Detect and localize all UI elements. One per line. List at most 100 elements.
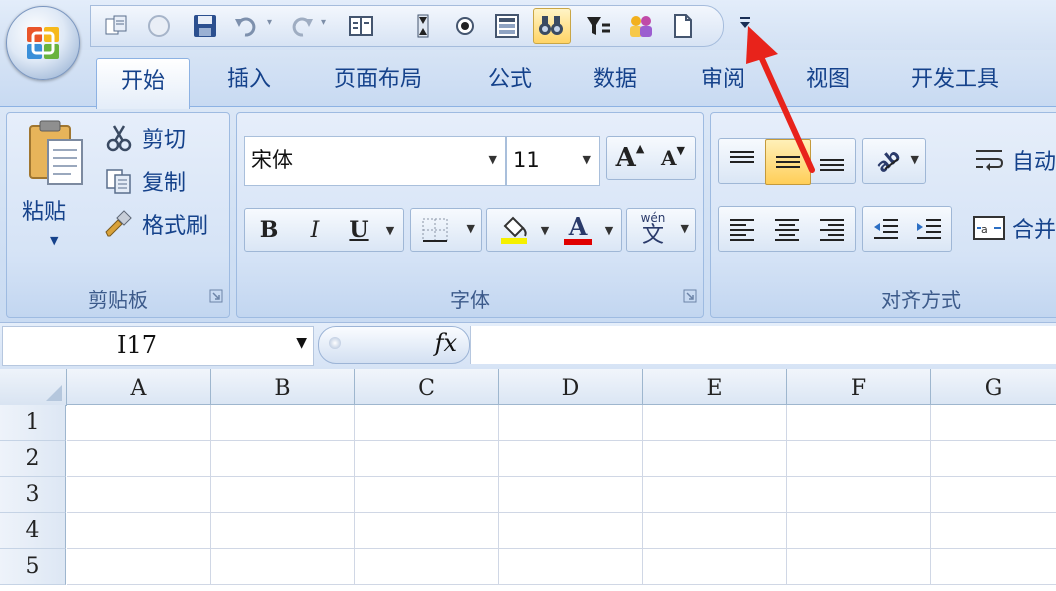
undo-dropdown-icon[interactable]: ▾ xyxy=(267,17,273,28)
italic-button[interactable]: I xyxy=(293,209,337,251)
cell-c5[interactable] xyxy=(355,549,499,585)
paste-button[interactable]: 粘贴 xyxy=(22,194,66,226)
font-color-dropdown[interactable]: ▼ xyxy=(601,209,617,251)
form-icon[interactable] xyxy=(493,13,521,39)
tab-page-layout[interactable]: 页面布局 xyxy=(318,60,438,104)
formula-input[interactable] xyxy=(470,326,1056,364)
tab-formulas[interactable]: 公式 xyxy=(468,60,552,104)
cell-d4[interactable] xyxy=(499,513,643,549)
undo-icon[interactable] xyxy=(233,13,261,39)
chevron-down-icon[interactable]: ▼ xyxy=(489,137,497,183)
align-bottom-button[interactable] xyxy=(811,139,853,183)
resize-handle-icon[interactable] xyxy=(329,337,341,349)
cell-f3[interactable] xyxy=(787,477,931,513)
fill-color-dropdown[interactable]: ▼ xyxy=(537,209,553,251)
save-icon[interactable] xyxy=(191,13,219,39)
cell-a4[interactable] xyxy=(67,513,211,549)
cell-f1[interactable] xyxy=(787,405,931,441)
cell-e5[interactable] xyxy=(643,549,787,585)
tab-view[interactable]: 视图 xyxy=(786,60,870,104)
cell-c1[interactable] xyxy=(355,405,499,441)
chevron-down-icon[interactable]: ▼ xyxy=(583,137,591,183)
circle-icon[interactable] xyxy=(145,13,173,39)
tab-home[interactable]: 开始 xyxy=(96,58,190,109)
paste-special-icon[interactable] xyxy=(103,13,131,39)
font-size-combo[interactable]: 11 ▼ xyxy=(506,136,600,186)
cell-a2[interactable] xyxy=(67,441,211,477)
cell-g5[interactable] xyxy=(931,549,1056,585)
cell-g1[interactable] xyxy=(931,405,1056,441)
filter-icon[interactable] xyxy=(585,13,613,39)
cell-a1[interactable] xyxy=(67,405,211,441)
font-name-combo[interactable]: 宋体 ▼ xyxy=(244,136,506,186)
column-header-f[interactable]: F xyxy=(787,369,931,405)
font-color-button[interactable]: A xyxy=(557,209,599,251)
office-button[interactable] xyxy=(6,6,80,80)
decrease-indent-button[interactable] xyxy=(865,207,907,251)
bold-button[interactable]: B xyxy=(247,209,291,251)
redo-dropdown-icon[interactable]: ▾ xyxy=(321,17,327,28)
cell-d5[interactable] xyxy=(499,549,643,585)
cell-e2[interactable] xyxy=(643,441,787,477)
paste-icon[interactable] xyxy=(26,118,86,190)
merge-center-button[interactable]: a 合并 xyxy=(970,208,1056,248)
cell-a3[interactable] xyxy=(67,477,211,513)
sort-icon[interactable] xyxy=(409,13,437,39)
align-top-button[interactable] xyxy=(721,139,763,183)
tab-insert[interactable]: 插入 xyxy=(206,60,292,104)
radio-icon[interactable] xyxy=(451,13,479,39)
fill-color-button[interactable] xyxy=(491,209,537,251)
cell-c2[interactable] xyxy=(355,441,499,477)
column-header-d[interactable]: D xyxy=(499,369,643,405)
insert-function-button[interactable]: fx xyxy=(318,326,470,364)
people-icon[interactable] xyxy=(627,13,655,39)
cell-e4[interactable] xyxy=(643,513,787,549)
column-header-c[interactable]: C xyxy=(355,369,499,405)
shrink-font-button[interactable]: A ▼ xyxy=(653,137,693,179)
cell-b2[interactable] xyxy=(211,441,355,477)
cell-f5[interactable] xyxy=(787,549,931,585)
cell-d1[interactable] xyxy=(499,405,643,441)
increase-indent-button[interactable] xyxy=(909,207,949,251)
cell-d2[interactable] xyxy=(499,441,643,477)
cell-b5[interactable] xyxy=(211,549,355,585)
row-header-5[interactable]: 5 xyxy=(0,549,66,585)
cell-c3[interactable] xyxy=(355,477,499,513)
row-header-3[interactable]: 3 xyxy=(0,477,66,513)
new-document-icon[interactable] xyxy=(669,13,697,39)
find-icon[interactable] xyxy=(537,13,565,39)
cell-b1[interactable] xyxy=(211,405,355,441)
row-header-1[interactable]: 1 xyxy=(0,405,66,441)
cell-f4[interactable] xyxy=(787,513,931,549)
align-left-button[interactable] xyxy=(721,207,763,251)
cell-a5[interactable] xyxy=(67,549,211,585)
orientation-button[interactable]: ab ▼ xyxy=(862,138,926,184)
tab-data[interactable]: 数据 xyxy=(572,60,658,104)
cell-d3[interactable] xyxy=(499,477,643,513)
cell-g4[interactable] xyxy=(931,513,1056,549)
cell-b4[interactable] xyxy=(211,513,355,549)
column-header-b[interactable]: B xyxy=(211,369,355,405)
cell-f2[interactable] xyxy=(787,441,931,477)
chevron-down-icon[interactable]: ▼ xyxy=(296,335,307,351)
align-middle-button[interactable] xyxy=(765,139,811,185)
tab-review[interactable]: 审阅 xyxy=(680,60,766,104)
cell-b3[interactable] xyxy=(211,477,355,513)
underline-button[interactable]: U xyxy=(339,209,379,251)
column-header-e[interactable]: E xyxy=(643,369,787,405)
record-macro-icon[interactable] xyxy=(347,13,375,39)
grow-font-button[interactable]: A ▲ xyxy=(609,137,651,179)
phonetic-button[interactable]: wén 文 ▼ xyxy=(626,208,696,252)
wrap-text-button[interactable]: 自动 xyxy=(970,140,1056,180)
name-box[interactable]: I17 ▼ xyxy=(2,326,314,366)
cell-g2[interactable] xyxy=(931,441,1056,477)
paste-dropdown-icon[interactable]: ▼ xyxy=(50,234,58,247)
row-header-2[interactable]: 2 xyxy=(0,441,66,477)
customize-dropdown-icon[interactable] xyxy=(736,14,754,32)
tab-developer[interactable]: 开发工具 xyxy=(890,60,1020,104)
align-center-button[interactable] xyxy=(765,207,809,251)
column-header-g[interactable]: G xyxy=(931,369,1056,405)
border-button[interactable]: ▼ xyxy=(410,208,482,252)
align-right-button[interactable] xyxy=(811,207,853,251)
row-header-4[interactable]: 4 xyxy=(0,513,66,549)
